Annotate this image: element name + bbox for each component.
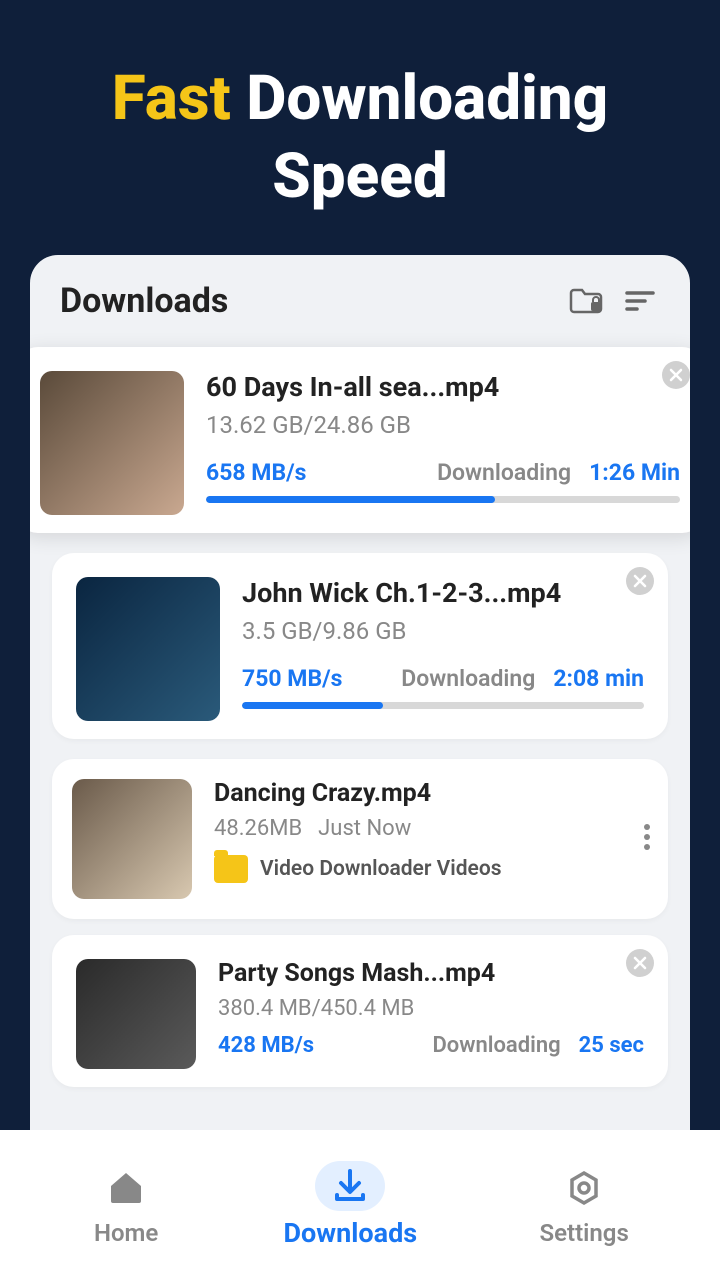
file-title: John Wick Ch.1-2-3...mp4 [242,577,644,609]
nav-label: Downloads [283,1217,417,1249]
progress-bar [206,496,495,503]
folder-row[interactable]: Video Downloader Videos [214,855,648,883]
download-status: Downloading [401,665,535,692]
nav-downloads[interactable]: Downloads [283,1161,417,1249]
nav-home[interactable]: Home [91,1163,161,1247]
download-status: Downloading [437,459,571,486]
download-card[interactable]: Party Songs Mash...mp4 380.4 MB/450.4 MB… [52,935,668,1087]
nav-label: Home [94,1219,158,1247]
downloads-title: Downloads [60,281,552,321]
sort-icon[interactable] [620,281,660,321]
hero-rest: Downloading Speed [246,62,608,213]
file-title: 60 Days In-all sea...mp4 [206,371,680,403]
file-size: 3.5 GB/9.86 GB [242,617,644,645]
download-speed: 428 MB/s [218,1033,314,1058]
file-size: 13.62 GB/24.86 GB [206,411,680,439]
downloads-panel: Downloads 60 Days In-all sea...mp4 13.62… [30,255,690,1155]
nav-settings[interactable]: Settings [539,1163,628,1247]
file-title: Party Songs Mash...mp4 [218,959,644,988]
download-speed: 750 MB/s [242,665,342,692]
downloads-header: Downloads [30,263,690,335]
download-card[interactable]: John Wick Ch.1-2-3...mp4 3.5 GB/9.86 GB … [52,553,668,739]
progress-bar [242,702,383,709]
settings-icon [549,1163,619,1213]
home-icon [91,1163,161,1213]
folder-name: Video Downloader Videos [260,857,502,881]
progress-track [242,702,644,709]
thumbnail [40,371,184,515]
download-icon [315,1161,385,1211]
close-icon[interactable] [626,949,654,977]
completed-size: 48.26MB [214,816,302,841]
nav-label: Settings [539,1219,628,1247]
completed-time: Just Now [318,816,411,841]
download-card[interactable]: 60 Days In-all sea...mp4 13.62 GB/24.86 … [30,347,690,533]
thumbnail [72,779,192,899]
folder-icon [214,855,248,883]
download-eta: 2:08 min [553,665,644,692]
thumbnail [76,959,196,1069]
file-title: Dancing Crazy.mp4 [214,779,648,808]
download-status: Downloading [432,1033,560,1058]
completed-card[interactable]: Dancing Crazy.mp4 48.26MB Just Now Video… [52,759,668,919]
file-size: 380.4 MB/450.4 MB [218,996,644,1021]
close-icon[interactable] [626,567,654,595]
download-speed: 658 MB/s [206,459,306,486]
bottom-nav: Home Downloads Settings [0,1130,720,1280]
download-eta: 1:26 Min [589,459,680,486]
hero-accent: Fast [112,62,231,135]
thumbnail [76,577,220,721]
progress-track [206,496,680,503]
private-folder-icon[interactable] [566,281,606,321]
close-icon[interactable] [662,361,690,389]
hero-title: Fast Downloading Speed [0,0,720,255]
download-eta: 25 sec [579,1033,644,1058]
more-icon[interactable] [644,824,650,854]
